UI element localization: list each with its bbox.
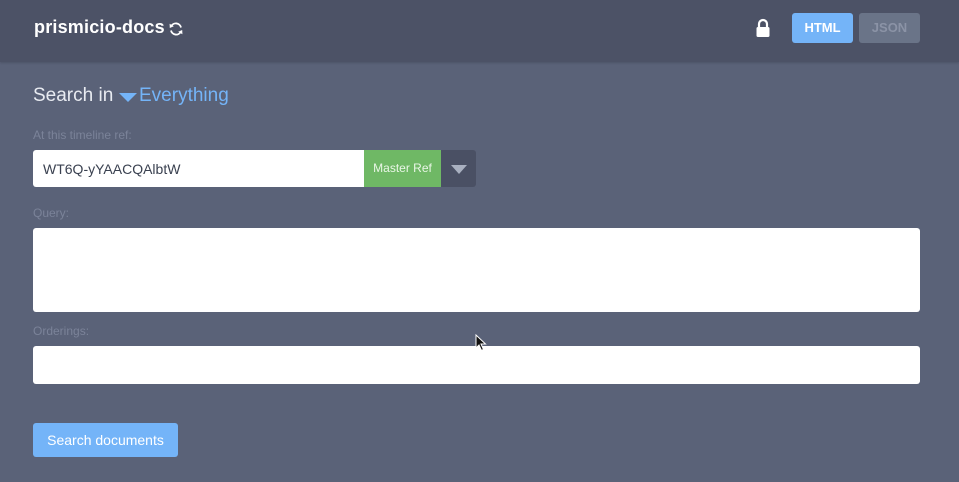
query-label: Query: xyxy=(33,206,70,220)
master-ref-button[interactable]: Master Ref xyxy=(364,150,441,187)
top-bar: prismicio-docs HTML JSON xyxy=(0,0,959,62)
search-documents-button[interactable]: Search documents xyxy=(33,423,178,457)
orderings-label: Orderings: xyxy=(33,324,90,338)
mouse-cursor-icon xyxy=(475,333,487,352)
caret-down-icon xyxy=(119,93,137,102)
scope-selected-value: Everything xyxy=(139,85,229,106)
lock-icon xyxy=(754,18,772,38)
timeline-ref-input[interactable] xyxy=(33,150,364,187)
search-in-label: Search in xyxy=(33,85,114,106)
repository-title: prismicio-docs xyxy=(34,17,165,37)
query-textarea[interactable] xyxy=(33,228,920,312)
caret-down-icon xyxy=(451,165,467,174)
ref-dropdown-button[interactable] xyxy=(441,150,476,187)
html-format-button[interactable]: HTML xyxy=(792,13,853,43)
refresh-icon[interactable] xyxy=(168,21,184,37)
timeline-ref-label: At this timeline ref: xyxy=(33,128,132,142)
json-format-button[interactable]: JSON xyxy=(859,13,920,43)
